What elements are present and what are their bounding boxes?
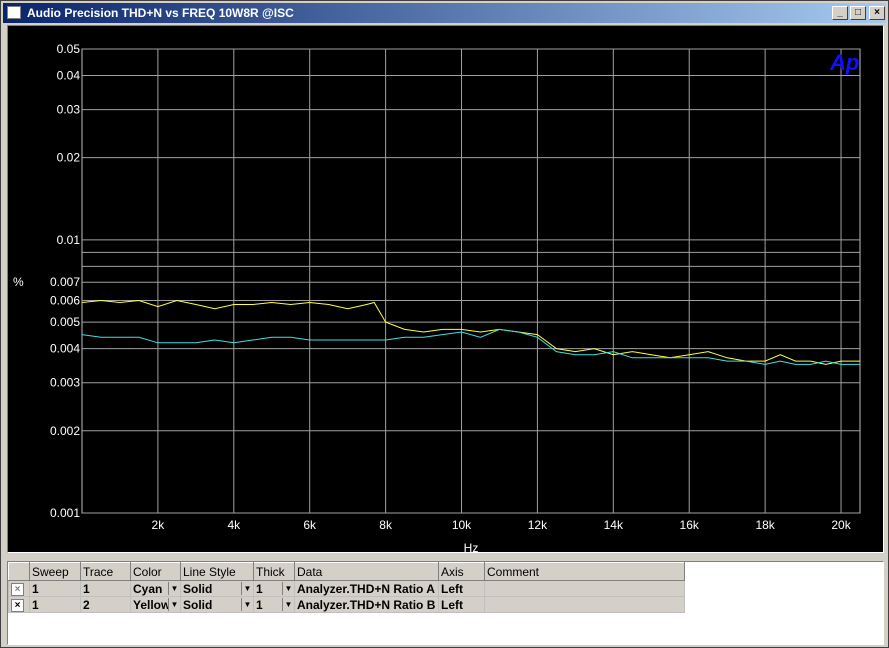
header-data[interactable]: Data	[294, 562, 439, 581]
x-tick-label: 16k	[680, 518, 700, 532]
x-tick-label: 12k	[528, 518, 548, 532]
y-tick-label: 0.01	[57, 233, 81, 247]
thick-value: 1	[256, 597, 263, 612]
y-tick-label: 0.001	[50, 506, 80, 520]
title-bar[interactable]: Audio Precision THD+N vs FREQ 10W8R @ISC…	[3, 3, 886, 23]
trace-table-panel: Sweep Trace Color Line Style Thick Data …	[7, 561, 884, 645]
color-cell[interactable]: Yellow ▼	[130, 596, 181, 613]
header-thick[interactable]: Thick	[253, 562, 295, 581]
header-check	[8, 562, 30, 581]
x-axis-label: Hz	[464, 541, 479, 552]
trace-table: Sweep Trace Color Line Style Thick Data …	[8, 562, 685, 613]
plot-area: 0.001 0.002 0.003 0.004 0.005 0.006 0.007 0.01 0…	[7, 25, 884, 555]
color-cell[interactable]: Cyan ▼	[130, 580, 181, 597]
header-sweep[interactable]: Sweep	[29, 562, 81, 581]
y-axis-label: %	[13, 275, 24, 289]
table-header-row: Sweep Trace Color Line Style Thick Data …	[8, 562, 685, 581]
axis-cell[interactable]: Left	[438, 580, 485, 597]
row-checkbox-cell[interactable]: ×	[8, 596, 30, 613]
x-tick-label: 14k	[604, 518, 624, 532]
chevron-down-icon[interactable]: ▼	[282, 582, 294, 595]
chevron-down-icon[interactable]: ▼	[168, 598, 180, 611]
header-comment[interactable]: Comment	[484, 562, 685, 581]
color-value: Cyan	[133, 581, 163, 596]
app-window: Audio Precision THD+N vs FREQ 10W8R @ISC…	[0, 0, 889, 648]
x-tick-label: 10k	[452, 518, 472, 532]
row-checkbox-cell[interactable]: ×	[8, 580, 30, 597]
app-icon	[7, 6, 21, 19]
x-tick-label: 8k	[379, 518, 393, 532]
x-tick-label: 20k	[831, 518, 851, 532]
data-cell[interactable]: Analyzer.THD+N Ratio B	[294, 596, 439, 613]
line-style-value: Solid	[183, 581, 213, 596]
y-tick-label: 0.04	[57, 68, 81, 82]
data-cell[interactable]: Analyzer.THD+N Ratio A	[294, 580, 439, 597]
series-line-1	[81, 299, 860, 365]
comment-cell[interactable]	[484, 596, 685, 613]
y-tick-label: 0.02	[57, 151, 81, 165]
header-axis[interactable]: Axis	[438, 562, 485, 581]
chevron-down-icon[interactable]: ▼	[282, 598, 294, 611]
color-value: Yellow	[133, 597, 171, 612]
series-line-2	[81, 328, 860, 365]
header-color[interactable]: Color	[130, 562, 181, 581]
maximize-button[interactable]: □	[850, 6, 866, 20]
close-button[interactable]: ×	[869, 6, 885, 20]
line-style-value: Solid	[183, 597, 213, 612]
window-title: Audio Precision THD+N vs FREQ 10W8R @ISC	[27, 6, 294, 20]
table-row: × 1 1 Cyan ▼ Solid ▼ 1 ▼ Analyzer.THD+N Rat…	[8, 580, 685, 597]
x-tick-label: 4k	[227, 518, 241, 532]
chevron-down-icon[interactable]: ▼	[241, 582, 253, 595]
y-tick-label: 0.002	[50, 424, 80, 438]
x-tick-label: 6k	[303, 518, 317, 532]
axis-cell[interactable]: Left	[438, 596, 485, 613]
thick-value: 1	[256, 581, 263, 596]
chevron-down-icon[interactable]: ▼	[241, 598, 253, 611]
line-style-cell[interactable]: Solid ▼	[180, 580, 254, 597]
table-row: × 1 2 Yellow ▼ Solid ▼ 1 ▼ Analyzer.THD+N R…	[8, 596, 685, 613]
plot-border	[81, 48, 861, 514]
x-tick-label: 18k	[755, 518, 775, 532]
y-tick-label: 0.006	[50, 293, 80, 307]
comment-cell[interactable]	[484, 580, 685, 597]
minimize-button[interactable]: _	[832, 6, 848, 20]
ap-logo: Ap	[829, 50, 859, 75]
thd-chart: 0.001 0.002 0.003 0.004 0.005 0.006 0.007 0.01 0…	[13, 42, 861, 555]
sweep-cell[interactable]: 1	[29, 596, 81, 613]
y-tick-label: 0.004	[50, 342, 80, 356]
trace-checkbox[interactable]: ×	[11, 583, 24, 596]
chevron-down-icon[interactable]: ▼	[168, 582, 180, 595]
header-trace[interactable]: Trace	[80, 562, 131, 581]
y-tick-label: 0.003	[50, 376, 80, 390]
y-tick-label: 0.007	[50, 275, 80, 289]
trace-cell[interactable]: 1	[80, 580, 131, 597]
sweep-cell[interactable]: 1	[29, 580, 81, 597]
header-line-style[interactable]: Line Style	[180, 562, 254, 581]
thick-cell[interactable]: 1 ▼	[253, 580, 295, 597]
y-tick-label: 0.03	[57, 103, 81, 117]
x-tick-label: 2k	[152, 518, 166, 532]
y-tick-label: 0.005	[50, 315, 80, 329]
trace-cell[interactable]: 2	[80, 596, 131, 613]
y-tick-label: 0.05	[57, 42, 81, 56]
line-style-cell[interactable]: Solid ▼	[180, 596, 254, 613]
thick-cell[interactable]: 1 ▼	[253, 596, 295, 613]
trace-checkbox[interactable]: ×	[11, 599, 24, 612]
